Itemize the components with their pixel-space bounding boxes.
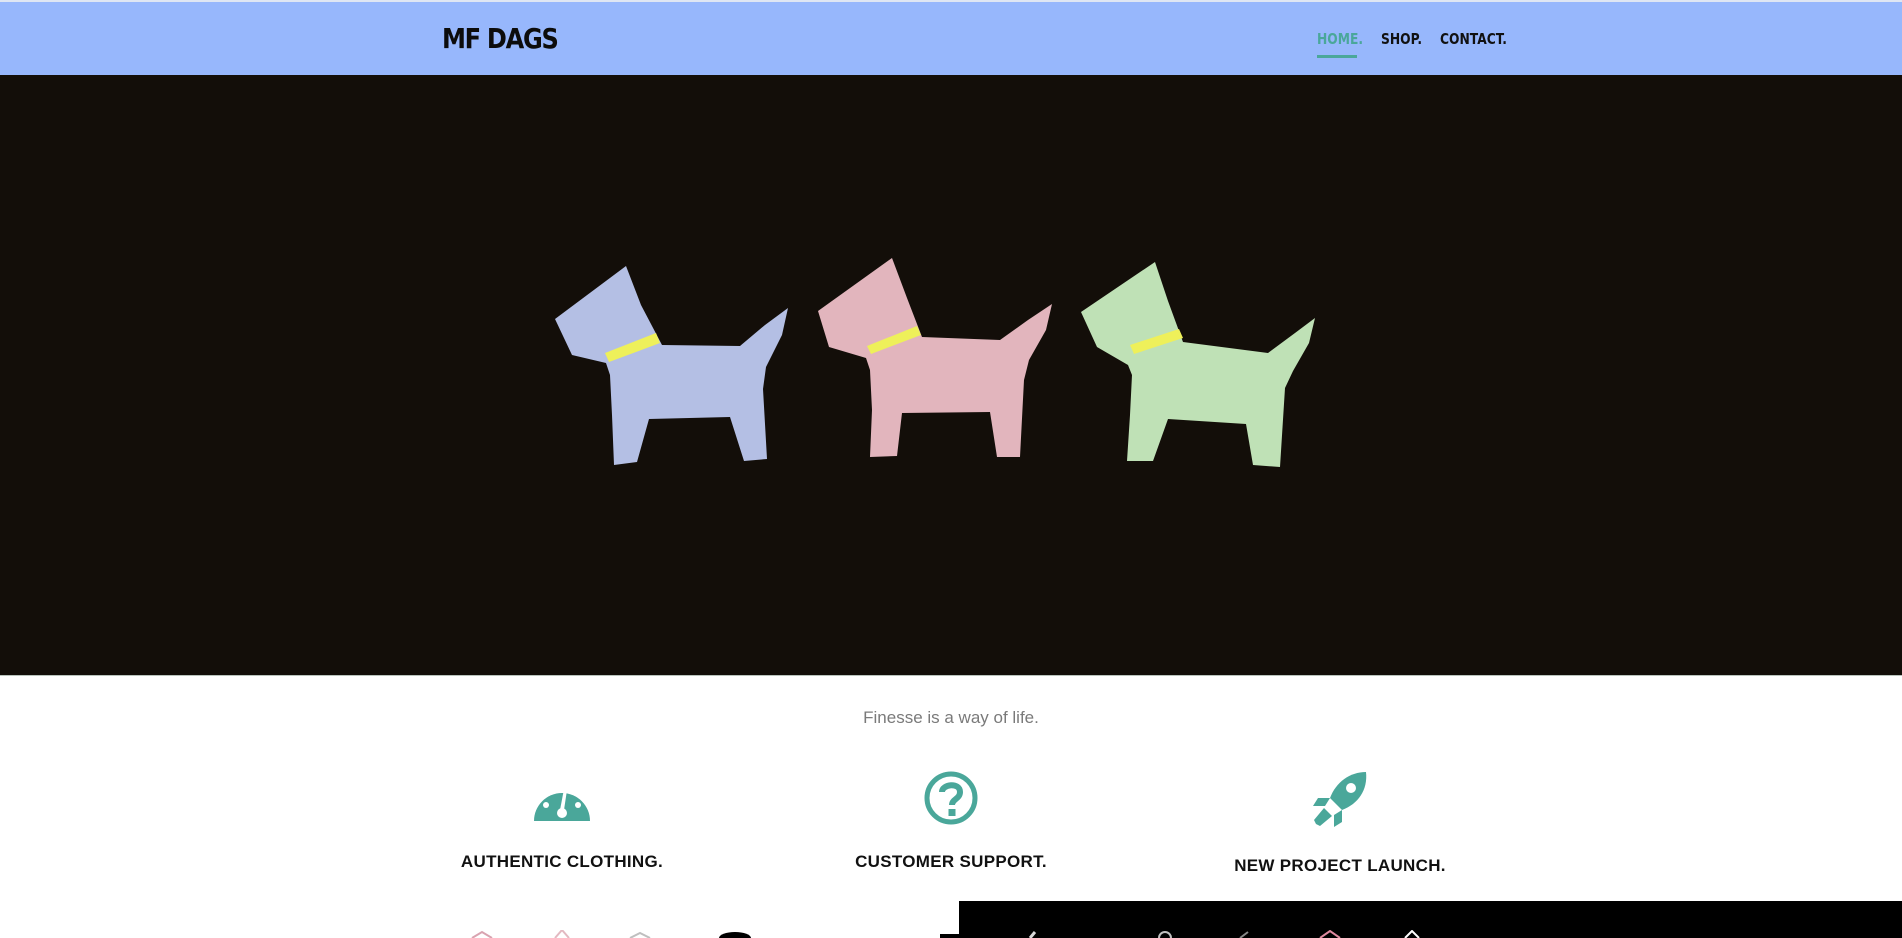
- feature-title: NEW PROJECT LAUNCH.: [1234, 856, 1446, 875]
- active-nav-underline: [1317, 55, 1357, 58]
- cropped-content-edge: [471, 930, 1420, 938]
- rocket-icon: [1313, 772, 1367, 827]
- hero-illustration: [555, 258, 1315, 467]
- feature-customer-support: CUSTOMER SUPPORT.: [801, 770, 1101, 872]
- hero-banner: [0, 75, 1902, 675]
- site-header: MF DAGS HOME. SHOP. CONTACT.: [0, 2, 1902, 75]
- dog-blue: [555, 266, 788, 465]
- nav-contact-link[interactable]: CONTACT.: [1440, 30, 1507, 48]
- tagline: Finesse is a way of life.: [863, 708, 1039, 727]
- feature-authentic-clothing: AUTHENTIC CLOTHING.: [412, 770, 712, 872]
- dog-green: [1081, 262, 1315, 467]
- question-circle-icon: [924, 771, 978, 825]
- nav-home-link[interactable]: HOME.: [1317, 30, 1363, 48]
- feature-title: AUTHENTIC CLOTHING.: [460, 852, 664, 871]
- main-nav: HOME. SHOP. CONTACT.: [0, 30, 1902, 60]
- nav-shop-link[interactable]: SHOP.: [1381, 30, 1422, 48]
- speedometer-icon: [534, 783, 590, 821]
- dog-pink: [818, 258, 1052, 457]
- hero-divider: [0, 675, 1902, 676]
- feature-new-project-launch: NEW PROJECT LAUNCH.: [1190, 770, 1490, 876]
- feature-title: CUSTOMER SUPPORT.: [855, 852, 1047, 871]
